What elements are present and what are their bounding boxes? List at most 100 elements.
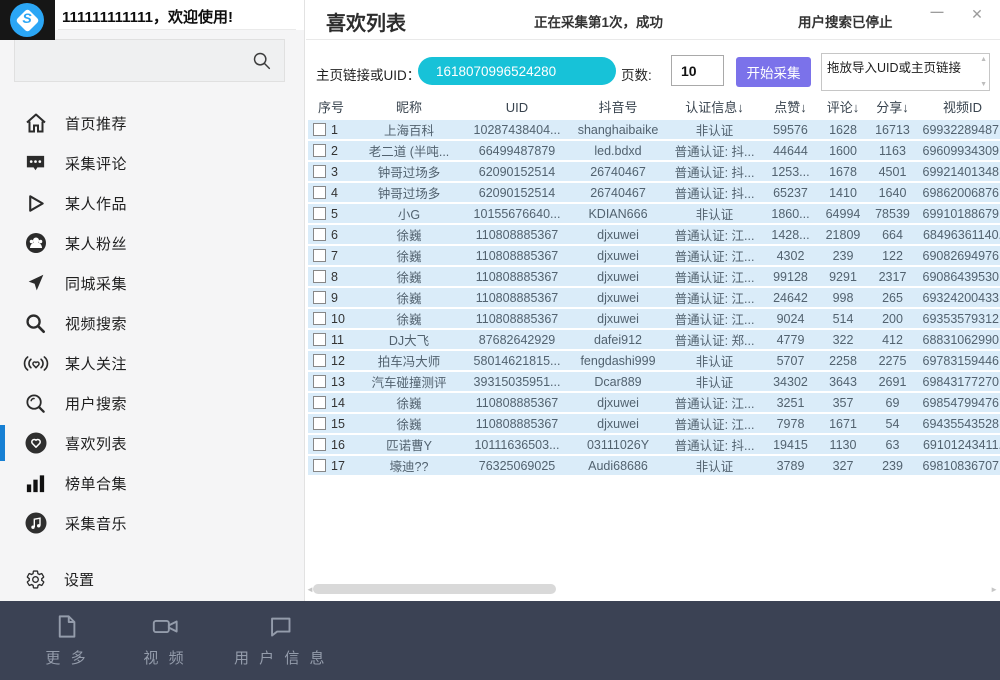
scrollbar-thumb[interactable]: [313, 584, 556, 594]
column-header-douyin-id[interactable]: 抖音号: [570, 96, 666, 119]
table-row[interactable]: 1上海百科10287438404...shanghaibaike非认证59576…: [308, 120, 1000, 139]
cell-no: 7: [308, 249, 354, 263]
pages-input[interactable]: [671, 55, 724, 86]
table-row[interactable]: 15徐巍110808885367djxuwei普通认证: 江...7978167…: [308, 414, 1000, 433]
minimize-button[interactable]: —: [926, 4, 948, 26]
cell-cert: 非认证: [666, 351, 763, 370]
sidebar-item-collect-comments[interactable]: 采集评论: [0, 143, 304, 183]
table-row[interactable]: 13汽车碰撞测评39315035951...Dcar889非认证34302364…: [308, 372, 1000, 391]
search-icon[interactable]: [251, 50, 273, 72]
row-checkbox[interactable]: [313, 186, 326, 199]
scroll-down-icon[interactable]: ▼: [980, 81, 987, 88]
cell-douyin-id: fengdashi999: [570, 354, 666, 368]
row-number: 1: [331, 123, 338, 137]
table-row[interactable]: 9徐巍110808885367djxuwei普通认证: 江...24642998…: [308, 288, 1000, 307]
cell-no: 10: [308, 312, 354, 326]
cell-likes: 59576: [763, 123, 818, 137]
scroll-up-icon[interactable]: ▲: [980, 56, 987, 63]
column-header-uid[interactable]: UID: [464, 96, 570, 119]
video-icon: [151, 613, 179, 641]
table-row[interactable]: 7徐巍110808885367djxuwei普通认证: 江...43022391…: [308, 246, 1000, 265]
sidebar-item-user-follows[interactable]: 某人关注: [0, 343, 304, 383]
row-checkbox[interactable]: [313, 333, 326, 346]
column-header-cert[interactable]: 认证信息↓: [666, 96, 763, 119]
column-header-no[interactable]: 序号: [308, 96, 354, 119]
cell-no: 3: [308, 165, 354, 179]
cell-no: 11: [308, 333, 354, 347]
row-checkbox[interactable]: [313, 144, 326, 157]
row-checkbox[interactable]: [313, 123, 326, 136]
horizontal-scrollbar[interactable]: ◄ ►: [306, 583, 998, 596]
cell-likes: 5707: [763, 354, 818, 368]
row-checkbox[interactable]: [313, 249, 326, 262]
cell-no: 6: [308, 228, 354, 242]
toolbar-item-video[interactable]: 视 频: [136, 613, 194, 668]
sidebar-item-user-search[interactable]: 用户搜索: [0, 383, 304, 423]
column-header-likes[interactable]: 点赞↓: [763, 96, 818, 119]
table-row[interactable]: 10徐巍110808885367djxuwei普通认证: 江...9024514…: [308, 309, 1000, 328]
cell-likes: 4779: [763, 333, 818, 347]
cell-video-id: 68496361140.: [917, 228, 1000, 242]
table-row[interactable]: 12拍车冯大师58014621815...fengdashi999非认证5707…: [308, 351, 1000, 370]
table-row[interactable]: 17壕迪??76325069025Audi68686非认证37893272396…: [308, 456, 1000, 475]
sidebar-search-input[interactable]: [14, 39, 285, 82]
row-number: 17: [331, 459, 345, 473]
close-button[interactable]: ✕: [966, 6, 988, 28]
row-number: 5: [331, 207, 338, 221]
row-checkbox[interactable]: [313, 291, 326, 304]
column-header-comments[interactable]: 评论↓: [818, 96, 868, 119]
sidebar-item-city-collect[interactable]: 同城采集: [0, 263, 304, 303]
cell-uid: 10287438404...: [464, 123, 570, 137]
row-checkbox[interactable]: [313, 270, 326, 283]
table-row[interactable]: 11DJ大飞87682642929dafei912普通认证: 郑...47793…: [308, 330, 1000, 349]
row-checkbox[interactable]: [313, 417, 326, 430]
cell-no: 16: [308, 438, 354, 452]
row-checkbox[interactable]: [313, 438, 326, 451]
table-row[interactable]: 8徐巍110808885367djxuwei普通认证: 江...99128929…: [308, 267, 1000, 286]
table-row[interactable]: 16匹诺曹Y10111636503...03111026Y普通认证: 抖...1…: [308, 435, 1000, 454]
row-checkbox[interactable]: [313, 165, 326, 178]
row-checkbox[interactable]: [313, 396, 326, 409]
sidebar-item-like-list[interactable]: 喜欢列表: [0, 423, 304, 463]
column-header-nickname[interactable]: 昵称: [354, 96, 464, 119]
row-checkbox[interactable]: [313, 312, 326, 325]
cell-shares: 69: [868, 396, 917, 410]
sidebar-item-label: 用户搜索: [65, 393, 127, 414]
table-row[interactable]: 4钟哥过场多6209015251426740467普通认证: 抖...65237…: [308, 183, 1000, 202]
sidebar-item-video-search[interactable]: 视频搜索: [0, 303, 304, 343]
table-row[interactable]: 6徐巍110808885367djxuwei普通认证: 江...1428...2…: [308, 225, 1000, 244]
table-header-row: 序号昵称UID抖音号认证信息↓点赞↓评论↓分享↓视频ID: [308, 96, 1000, 119]
sidebar-item-user-fans[interactable]: 某人粉丝: [0, 223, 304, 263]
column-header-video-id[interactable]: 视频ID: [917, 96, 1000, 119]
sidebar-item-settings[interactable]: 设置: [0, 561, 304, 597]
cell-douyin-id: djxuwei: [570, 228, 666, 242]
sidebar-menu: 首页推荐采集评论某人作品某人粉丝同城采集视频搜索某人关注用户搜索喜欢列表榜单合集…: [0, 103, 304, 543]
table-row[interactable]: 2老二道 (半吨...66499487879led.bdxd普通认证: 抖...…: [308, 141, 1000, 160]
row-checkbox[interactable]: [313, 228, 326, 241]
cell-shares: 1640: [868, 186, 917, 200]
column-header-shares[interactable]: 分享↓: [868, 96, 917, 119]
row-checkbox[interactable]: [313, 459, 326, 472]
sidebar-item-rank-collection[interactable]: 榜单合集: [0, 463, 304, 503]
sidebar-item-user-works[interactable]: 某人作品: [0, 183, 304, 223]
uid-input[interactable]: [418, 57, 616, 85]
start-collect-button[interactable]: 开始采集: [736, 57, 811, 87]
uid-dropzone[interactable]: 拖放导入UID或主页链接 ▲ ▼: [821, 53, 990, 91]
row-checkbox[interactable]: [313, 354, 326, 367]
row-checkbox[interactable]: [313, 375, 326, 388]
sidebar-item-collect-music[interactable]: 采集音乐: [0, 503, 304, 543]
sidebar-item-home[interactable]: 首页推荐: [0, 103, 304, 143]
table-row[interactable]: 14徐巍110808885367djxuwei普通认证: 江...3251357…: [308, 393, 1000, 412]
cell-comments: 1410: [818, 186, 868, 200]
row-checkbox[interactable]: [313, 207, 326, 220]
search-status: 用户搜索已停止: [798, 11, 893, 31]
table-row[interactable]: 5小G10155676640...KDIAN666非认证1860...64994…: [308, 204, 1000, 223]
scroll-right-icon[interactable]: ►: [990, 585, 998, 594]
cell-uid: 110808885367: [464, 249, 570, 263]
toolbar-item-more[interactable]: 更 多: [38, 613, 96, 668]
cell-comments: 514: [818, 312, 868, 326]
toolbar-item-label: 用 户 信 息: [234, 647, 328, 668]
table-row[interactable]: 3钟哥过场多6209015251426740467普通认证: 抖...1253.…: [308, 162, 1000, 181]
cell-no: 2: [308, 144, 354, 158]
toolbar-item-user-info[interactable]: 用 户 信 息: [234, 613, 328, 668]
